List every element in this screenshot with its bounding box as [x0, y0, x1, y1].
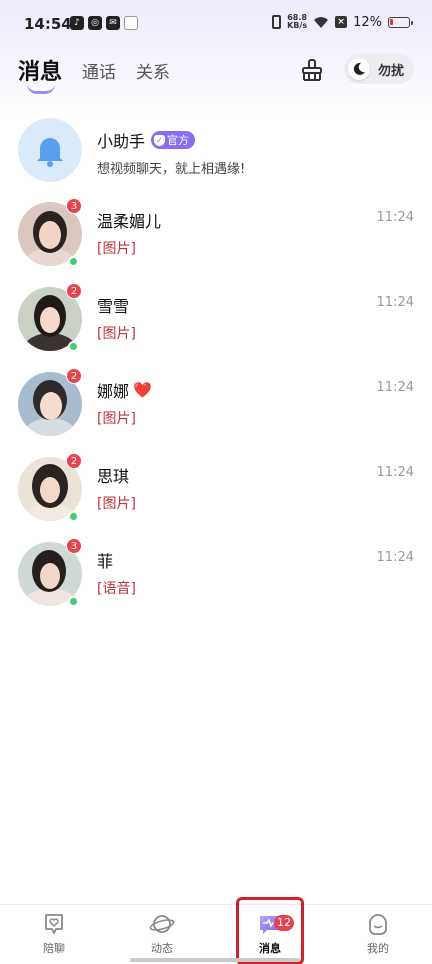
unread-badge: 2: [66, 368, 82, 384]
assistant-name: 小助手: [97, 132, 146, 151]
conversation-name: 雪雪: [97, 293, 129, 317]
heart-emoji-icon: ❤️: [133, 381, 152, 399]
conversation-row[interactable]: 3 菲 [语音] 11:24: [0, 532, 432, 617]
conversation-name: 菲: [97, 548, 113, 572]
highlight-box: [236, 897, 304, 964]
assistant-avatar: [18, 118, 82, 182]
conversation-row[interactable]: 3 温柔媚儿 [图片] 11:24: [0, 192, 432, 277]
mail-notification-icon: ✉: [106, 16, 120, 30]
notification-icons: ♪ ◎ ✉: [70, 16, 138, 30]
unread-badge: 3: [66, 538, 82, 554]
network-speed: 68.8 KB/s: [287, 14, 307, 30]
nav-label: 陪聊: [43, 942, 65, 955]
message-time: 11:24: [376, 210, 414, 225]
tab-calls[interactable]: 通话: [82, 58, 116, 83]
message-preview: [图片]: [97, 496, 136, 512]
nav-item-profile[interactable]: 我的: [348, 911, 408, 956]
message-preview: [图片]: [97, 326, 136, 342]
status-bar: 14:54 ♪ ◎ ✉ 68.8 KB/s × 12%: [0, 0, 432, 50]
conversation-list: 小助手 ✓ 官方 想视频聊天，就上相遇缘! 3 温柔媚儿 [图片] 11:24 …: [0, 112, 432, 617]
planet-icon: [149, 915, 175, 933]
clear-unread-broom-icon[interactable]: [300, 58, 324, 82]
no-sim-icon: ×: [335, 16, 348, 28]
conversation-name: 温柔媚儿: [97, 208, 161, 232]
message-time: 11:24: [376, 380, 414, 395]
nav-label: 我的: [367, 942, 389, 955]
message-preview: [图片]: [97, 411, 136, 427]
contact-name: 菲: [97, 552, 114, 571]
online-indicator: [68, 511, 79, 522]
unread-badge: 2: [66, 453, 82, 469]
battery-percent: 12%: [353, 14, 382, 30]
status-right: 68.8 KB/s × 12%: [272, 14, 413, 30]
contact-name: 雪雪: [97, 297, 130, 316]
profile-icon: [369, 914, 387, 935]
wifi-icon: [314, 16, 329, 28]
tab-relations[interactable]: 关系: [136, 58, 170, 83]
moon-icon: [348, 58, 370, 80]
assistant-preview: 想视频聊天，就上相遇缘!: [97, 162, 246, 177]
conversation-name: 娜娜 ❤️: [97, 378, 152, 402]
online-indicator: [68, 596, 79, 607]
contact-name: 温柔媚儿: [97, 212, 162, 231]
message-preview: [语音]: [97, 581, 136, 597]
battery-icon: [388, 16, 413, 28]
home-indicator[interactable]: [130, 958, 300, 962]
official-label: 官方: [167, 134, 190, 147]
official-badge: ✓ 官方: [151, 131, 196, 149]
verified-shield-icon: ✓: [154, 134, 166, 146]
contact-name: 思琪: [97, 467, 130, 486]
nav-item-moments[interactable]: 动态: [132, 911, 192, 956]
heart-chat-icon: [45, 914, 63, 934]
conversation-assistant[interactable]: 小助手 ✓ 官方 想视频聊天，就上相遇缘!: [0, 112, 432, 192]
app-notification-icon: ◎: [88, 16, 102, 30]
conversation-name: 小助手 ✓ 官方: [97, 128, 196, 152]
online-indicator: [68, 341, 79, 352]
contact-name: 娜娜: [97, 382, 130, 401]
bottom-navigation: 陪聊 动态 12 消息 我的: [0, 904, 432, 964]
nav-label: 动态: [151, 942, 173, 955]
conversation-row[interactable]: 2 思琪 [图片] 11:24: [0, 447, 432, 532]
unread-badge: 2: [66, 283, 82, 299]
message-time: 11:24: [376, 295, 414, 310]
status-time: 14:54: [24, 15, 72, 33]
conversation-name: 思琪: [97, 463, 129, 487]
conversation-row[interactable]: 2 雪雪 [图片] 11:24: [0, 277, 432, 362]
network-speed-unit: KB/s: [287, 21, 308, 30]
message-preview: [图片]: [97, 241, 136, 257]
tiktok-notification-icon: ♪: [70, 16, 84, 30]
tab-messages[interactable]: 消息: [18, 54, 62, 86]
message-time: 11:24: [376, 465, 414, 480]
do-not-disturb-toggle[interactable]: 勿扰: [344, 54, 414, 84]
unread-badge: 3: [66, 198, 82, 214]
conversation-row[interactable]: 2 娜娜 ❤️ [图片] 11:24: [0, 362, 432, 447]
store-notification-icon: [124, 16, 138, 30]
online-indicator: [68, 256, 79, 267]
nav-item-companion[interactable]: 陪聊: [24, 911, 84, 956]
message-time: 11:24: [376, 550, 414, 565]
dnd-label: 勿扰: [378, 63, 405, 79]
vibrate-icon: [272, 15, 282, 29]
